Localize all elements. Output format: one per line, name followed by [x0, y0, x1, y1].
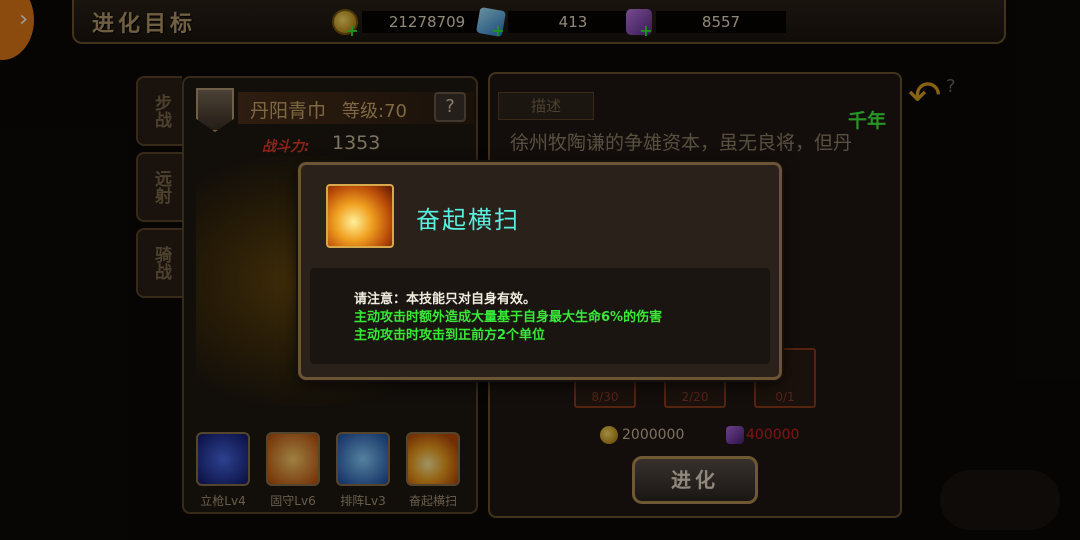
- popup-note: 请注意：本技能只对自身有效。: [354, 292, 537, 307]
- popup-skill-name: 奋起横扫: [416, 206, 520, 234]
- popup-effect: 主动攻击时攻击到正前方2个单位: [354, 328, 546, 343]
- sweep-skill-icon: [326, 184, 394, 248]
- popup-effect: 主动攻击时额外造成大量基于自身最大生命6%的伤害: [354, 310, 663, 325]
